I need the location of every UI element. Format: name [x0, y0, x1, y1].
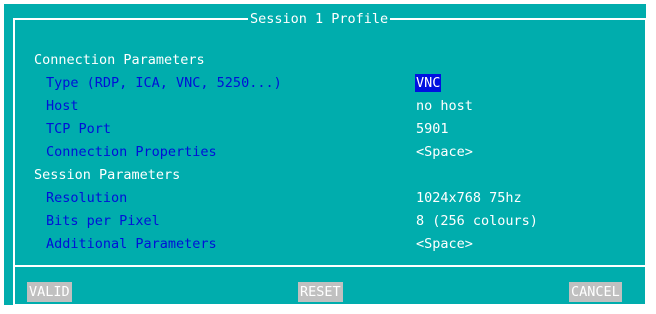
dialog-title: Session 1 Profile — [248, 10, 391, 28]
additional-parameters-label: Additional Parameters — [46, 236, 217, 252]
additional-parameters-field[interactable]: <Space> — [416, 235, 473, 253]
type-label: Type (RDP, ICA, VNC, 5250...) — [46, 75, 282, 91]
bits-per-pixel-field[interactable]: 8 (256 colours) — [416, 212, 538, 230]
type-field[interactable]: VNC — [415, 74, 442, 92]
valid-button[interactable]: VALID — [27, 282, 72, 302]
dialog-bottom-border — [13, 304, 647, 306]
section-session-parameters: Session Parameters — [34, 167, 181, 183]
section-connection-parameters: Connection Parameters — [34, 52, 205, 68]
resolution-field[interactable]: 1024x768 75hz — [416, 189, 522, 207]
connection-properties-label: Connection Properties — [46, 144, 217, 160]
cancel-button[interactable]: CANCEL — [569, 282, 622, 302]
terminal-screen: Session 1 Profile Connection Parameters … — [0, 0, 656, 314]
tcp-port-label: TCP Port — [46, 121, 112, 137]
bits-per-pixel-label: Bits per Pixel — [46, 213, 160, 229]
host-label: Host — [46, 98, 79, 114]
tcp-port-field[interactable]: 5901 — [416, 120, 449, 138]
session-profile-dialog: Session 1 Profile Connection Parameters … — [4, 4, 647, 306]
connection-properties-field[interactable]: <Space> — [416, 143, 473, 161]
resolution-label: Resolution — [46, 190, 128, 206]
reset-button[interactable]: RESET — [298, 282, 343, 302]
host-field[interactable]: no host — [416, 97, 473, 115]
